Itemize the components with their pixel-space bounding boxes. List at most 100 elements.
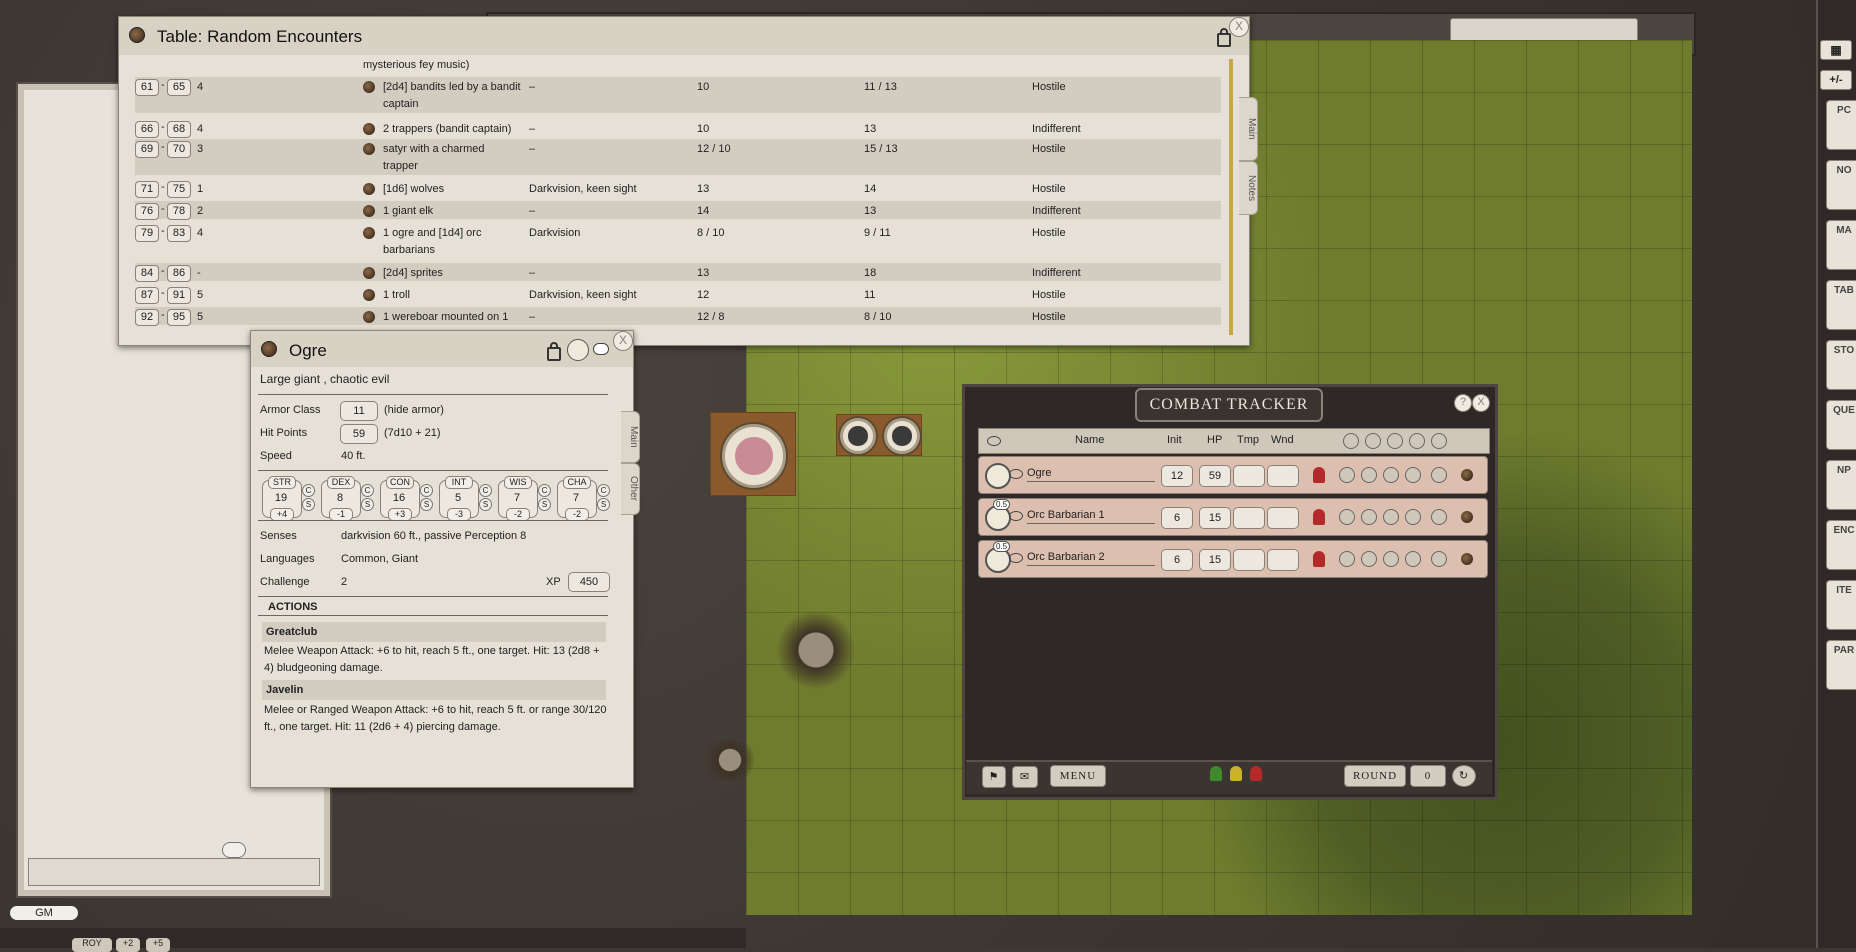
sidebar-item-npcs[interactable]: NP	[1826, 460, 1856, 510]
header-hp[interactable]: HP	[1207, 434, 1222, 446]
check-roll-button[interactable]: C	[479, 484, 492, 497]
init-field[interactable]: 6	[1161, 549, 1193, 571]
mail-icon[interactable]: ✉	[1012, 766, 1038, 788]
ogre-titlebar[interactable]: Ogre X	[251, 331, 633, 367]
sidebar-item-items[interactable]: ITE	[1826, 580, 1856, 630]
hostile-faction-icon[interactable]	[1250, 766, 1262, 781]
effects-icon[interactable]	[1361, 551, 1377, 567]
ability-dex[interactable]: DEX 8 -1 C S	[321, 476, 374, 521]
range-from-field[interactable]: 92	[135, 309, 159, 326]
check-roll-button[interactable]: C	[361, 484, 374, 497]
init-field[interactable]: 6	[1161, 507, 1193, 529]
sidebar-item-notes[interactable]: NO	[1826, 160, 1856, 210]
tab-main[interactable]: Main	[621, 411, 640, 463]
range-from-field[interactable]: 66	[135, 121, 159, 138]
wnd-field[interactable]	[1267, 507, 1299, 529]
combatant-name[interactable]: Orc Barbarian 1	[1027, 509, 1105, 521]
tmp-field[interactable]	[1233, 549, 1265, 571]
menu-button[interactable]: MENU	[1050, 765, 1106, 787]
targeting-icon[interactable]	[1339, 509, 1355, 525]
chat-input[interactable]	[28, 858, 320, 886]
link-icon[interactable]	[363, 267, 375, 279]
check-roll-button[interactable]: C	[597, 484, 610, 497]
tmp-field[interactable]	[1233, 465, 1265, 487]
help-icon[interactable]: ?	[1454, 394, 1472, 412]
range-to-field[interactable]: 91	[167, 287, 191, 304]
effects-icon[interactable]	[1361, 467, 1377, 483]
flag-icon[interactable]: ⚑	[982, 766, 1006, 788]
link-icon[interactable]	[363, 289, 375, 301]
table-row[interactable]: 87-91 5 1 troll Darkvision, keen sight 12 11 H…	[135, 285, 1221, 304]
defense-icon[interactable]	[1431, 509, 1447, 525]
armor-class-field[interactable]: 11	[340, 401, 378, 421]
close-icon[interactable]: X	[1229, 17, 1249, 37]
sidebar-item-parcels[interactable]: PAR	[1826, 640, 1856, 690]
visibility-icon[interactable]	[1009, 469, 1023, 479]
range-to-field[interactable]: 70	[167, 141, 191, 158]
tab-notes[interactable]: Notes	[1239, 161, 1258, 215]
table-row[interactable]: 79-83 4 1 ogre and [1d4] orc barbarians Dark…	[135, 223, 1221, 259]
combatant-name[interactable]: Orc Barbarian 2	[1027, 551, 1105, 563]
link-icon[interactable]	[363, 183, 375, 195]
ability-str[interactable]: STR 19 +4 C S	[262, 476, 315, 521]
header-wnd[interactable]: Wnd	[1271, 434, 1294, 446]
ogre-token[interactable]	[722, 424, 786, 488]
scrollbar[interactable]	[1229, 59, 1233, 335]
combatant-portrait[interactable]	[985, 463, 1011, 489]
wnd-field[interactable]	[1267, 465, 1299, 487]
table-row[interactable]: 76-78 2 1 giant elk – 14 13 Indifferent	[135, 201, 1221, 220]
hp-field[interactable]: 59	[1199, 465, 1231, 487]
targeting-icon[interactable]	[1339, 467, 1355, 483]
spells-icon[interactable]	[1405, 551, 1421, 567]
grid-icon[interactable]: ▦	[1820, 40, 1852, 60]
sidebar-item-maps[interactable]: MA	[1826, 220, 1856, 270]
spells-icon[interactable]	[1405, 467, 1421, 483]
faction-helm-icon[interactable]	[1313, 551, 1325, 567]
sidebar-item-tables[interactable]: TAB	[1826, 280, 1856, 330]
combatant-row[interactable]: Ogre 12 59	[978, 456, 1488, 494]
visibility-icon[interactable]	[1009, 553, 1023, 563]
xp-field[interactable]: 450	[568, 572, 610, 592]
save-roll-button[interactable]: S	[597, 498, 610, 511]
orc-barbarian-2-token[interactable]	[884, 418, 920, 454]
save-roll-button[interactable]: S	[361, 498, 374, 511]
table-row[interactable]: 69-70 3 satyr with a charmed trapper – 12 / 1…	[135, 139, 1221, 175]
ability-score[interactable]: 16	[380, 492, 418, 504]
hotkey-2[interactable]: +2	[116, 938, 140, 952]
range-from-field[interactable]: 87	[135, 287, 159, 304]
table-row[interactable]: 92-95 5 1 wereboar mounted on 1 – 12 / 8 8 / …	[135, 307, 1221, 326]
active-indicator-icon[interactable]	[1461, 553, 1473, 565]
header-name[interactable]: Name	[1075, 434, 1104, 446]
visibility-icon[interactable]	[1009, 511, 1023, 521]
active-indicator-icon[interactable]	[1461, 469, 1473, 481]
action-javelin-name[interactable]: Javelin	[262, 680, 606, 700]
range-to-field[interactable]: 78	[167, 203, 191, 220]
section-toggle-icon[interactable]	[1409, 433, 1425, 449]
table-row[interactable]: 84-86- [2d4] sprites –13 18 Indifferent	[135, 263, 1221, 282]
ability-score[interactable]: 8	[321, 492, 359, 504]
link-icon[interactable]	[363, 205, 375, 217]
hit-points-field[interactable]: 59	[340, 424, 378, 444]
tmp-field[interactable]	[1233, 507, 1265, 529]
range-from-field[interactable]: 79	[135, 225, 159, 242]
ability-con[interactable]: CON 16 +3 C S	[380, 476, 433, 521]
ability-score[interactable]: 19	[262, 492, 300, 504]
link-icon[interactable]	[363, 227, 375, 239]
tab-main[interactable]: Main	[1239, 97, 1258, 161]
hotkey-3[interactable]: +5	[146, 938, 170, 952]
link-icon[interactable]	[363, 311, 375, 323]
round-counter[interactable]: 0	[1410, 765, 1446, 787]
save-roll-button[interactable]: S	[479, 498, 492, 511]
range-from-field[interactable]: 84	[135, 265, 159, 282]
range-to-field[interactable]: 68	[167, 121, 191, 138]
range-to-field[interactable]: 86	[167, 265, 191, 282]
attack-icon[interactable]	[1383, 509, 1399, 525]
defense-icon[interactable]	[1431, 551, 1447, 567]
orc-barbarian-1-token[interactable]	[840, 418, 876, 454]
check-roll-button[interactable]: C	[420, 484, 433, 497]
save-roll-button[interactable]: S	[538, 498, 551, 511]
sidebar-item-quests[interactable]: QUE	[1826, 400, 1856, 450]
link-icon[interactable]	[363, 81, 375, 93]
check-roll-button[interactable]: C	[538, 484, 551, 497]
hp-field[interactable]: 15	[1199, 549, 1231, 571]
